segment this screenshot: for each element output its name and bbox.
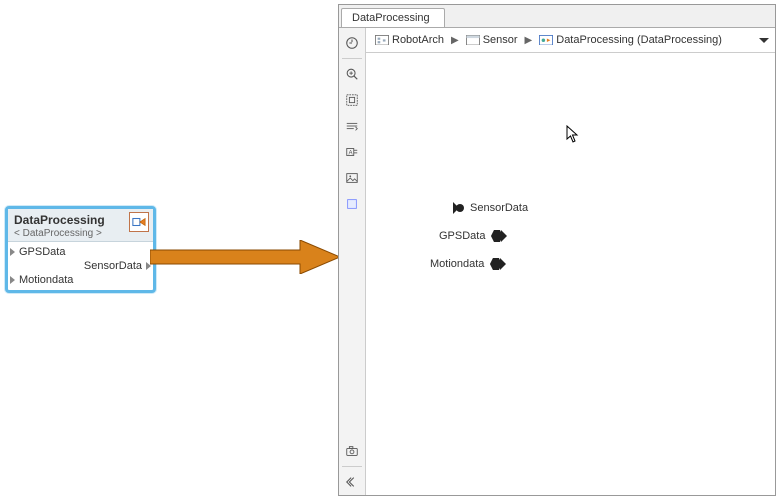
tab-bar: DataProcessing <box>339 5 775 28</box>
crumb-label: DataProcessing (DataProcessing) <box>556 34 722 46</box>
breadcrumb-dropdown-icon[interactable] <box>759 38 769 43</box>
canvas[interactable]: SensorData GPSData Motiondata <box>366 53 775 495</box>
block-port-in-motion[interactable]: Motiondata <box>8 273 153 287</box>
inport-icon <box>10 276 15 284</box>
canvas-port-gpsdata[interactable]: GPSData <box>439 229 504 243</box>
outport-icon <box>490 229 504 243</box>
crumb-label: RobotArch <box>392 34 444 46</box>
open-component-icon[interactable] <box>129 212 149 232</box>
fit-icon[interactable] <box>340 88 364 112</box>
annotation-icon[interactable]: A <box>340 140 364 164</box>
component-icon <box>539 34 553 46</box>
inport-icon <box>10 248 15 256</box>
block-port-out-sensor[interactable]: SensorData <box>8 259 153 273</box>
separator <box>342 466 362 467</box>
canvas-port-motiondata[interactable]: Motiondata <box>430 257 503 271</box>
crumb-root[interactable]: RobotArch <box>372 33 447 47</box>
canvas-wrap: RobotArch ▶ Sensor ▶ DataProcessing (Dat… <box>366 28 775 495</box>
chevron-right-icon: ▶ <box>451 35 459 46</box>
model-icon <box>375 34 389 46</box>
auto-arrange-icon[interactable] <box>340 114 364 138</box>
collapse-icon[interactable] <box>340 470 364 494</box>
block-port-in-gps[interactable]: GPSData <box>8 245 153 259</box>
nav-up-icon[interactable] <box>340 31 364 55</box>
vertical-toolbar: A <box>339 28 366 495</box>
zoom-icon[interactable] <box>340 62 364 86</box>
port-label: SensorData <box>470 202 528 214</box>
crumb-leaf[interactable]: DataProcessing (DataProcessing) <box>536 33 725 47</box>
port-label: GPSData <box>439 230 485 242</box>
port-label: SensorData <box>84 260 142 272</box>
crumb-label: Sensor <box>483 34 518 46</box>
tab-dataprocessing[interactable]: DataProcessing <box>341 8 445 27</box>
image-icon[interactable] <box>340 166 364 190</box>
block-body: GPSData SensorData Motiondata <box>8 242 153 290</box>
area-icon[interactable] <box>340 192 364 216</box>
drill-arrow-icon <box>150 240 340 274</box>
port-label: Motiondata <box>19 274 73 286</box>
chevron-right-icon: ▶ <box>525 35 533 46</box>
dataprocessing-block[interactable]: DataProcessing < DataProcessing > GPSDat… <box>5 206 156 293</box>
inport-icon <box>451 201 465 215</box>
breadcrumb: RobotArch ▶ Sensor ▶ DataProcessing (Dat… <box>366 28 775 53</box>
cursor-icon <box>566 125 580 143</box>
outport-icon <box>489 257 503 271</box>
camera-icon[interactable] <box>340 439 364 463</box>
port-label: Motiondata <box>430 258 484 270</box>
stage: DataProcessing < DataProcessing > GPSDat… <box>0 0 782 500</box>
canvas-port-sensordata[interactable]: SensorData <box>451 201 528 215</box>
tab-label: DataProcessing <box>352 12 430 24</box>
crumb-mid[interactable]: Sensor <box>463 33 521 47</box>
port-label: GPSData <box>19 246 65 258</box>
editor-panel: DataProcessing A <box>338 4 776 496</box>
separator <box>342 58 362 59</box>
panel-body: A RobotArch ▶ Sensor <box>339 28 775 495</box>
subsystem-icon <box>466 34 480 46</box>
block-title: DataProcessing <box>14 213 147 227</box>
block-subtitle: < DataProcessing > <box>14 228 147 239</box>
block-header: DataProcessing < DataProcessing > <box>8 209 153 242</box>
